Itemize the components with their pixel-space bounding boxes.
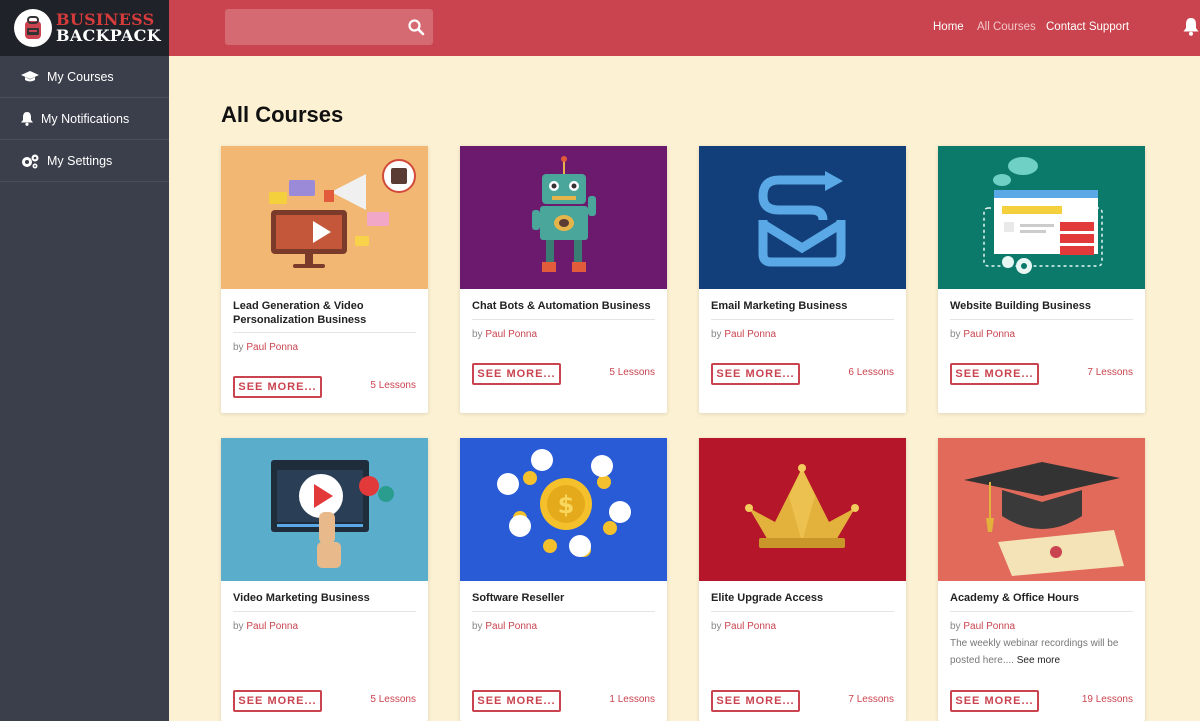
divider — [950, 611, 1133, 612]
author-link[interactable]: Paul Ponna — [963, 621, 1015, 632]
course-title: Elite Upgrade Access — [711, 592, 824, 604]
course-author: by Paul Ponna — [472, 329, 538, 340]
see-more-link[interactable]: See more — [1017, 655, 1060, 666]
sidebar-item-label: My Settings — [47, 153, 113, 168]
backpack-icon — [14, 9, 52, 47]
divider — [472, 611, 655, 612]
lesson-count: 5 Lessons — [609, 367, 655, 378]
course-description: The weekly webinar recordings will be po… — [950, 638, 1119, 666]
see-more-button[interactable]: SEE MORE... — [233, 690, 322, 712]
course-author: by Paul Ponna — [950, 621, 1016, 632]
lesson-count: 7 Lessons — [848, 694, 894, 705]
sidebar-item-label: My Notifications — [41, 111, 130, 126]
course-author: by Paul Ponna — [233, 621, 299, 632]
sidebar-item-my-settings[interactable]: My Settings — [0, 140, 169, 182]
course-author: by Paul Ponna — [950, 329, 1016, 340]
robot-illustration — [460, 146, 667, 289]
author-link[interactable]: Paul Ponna — [485, 621, 537, 632]
course-card[interactable]: Email Marketing Business by Paul Ponna S… — [699, 146, 906, 413]
see-more-button[interactable]: SEE MORE... — [472, 690, 561, 712]
course-author: by Paul Ponna — [711, 621, 777, 632]
course-card[interactable]: Elite Upgrade Access by Paul Ponna SEE M… — [699, 438, 906, 721]
gears-icon — [20, 153, 40, 169]
divider — [472, 319, 655, 320]
side-nav: My Courses My Notifications My Settings — [0, 56, 169, 182]
lesson-count: 1 Lessons — [609, 694, 655, 705]
divider — [233, 611, 416, 612]
nav-all-courses[interactable]: All Courses — [977, 21, 1036, 33]
bell-icon[interactable] — [1183, 18, 1199, 36]
top-bar: Home All Courses Contact Support — [169, 0, 1200, 56]
divider — [711, 611, 894, 612]
author-link[interactable]: Paul Ponna — [246, 342, 298, 353]
author-link[interactable]: Paul Ponna — [724, 621, 776, 632]
brand-line-2: BACKPACK — [56, 26, 161, 45]
course-card[interactable]: Website Building Business by Paul Ponna … — [938, 146, 1145, 413]
graduation-cap-icon — [20, 70, 40, 83]
search-icon[interactable] — [407, 18, 425, 36]
course-title: Email Marketing Business — [711, 300, 848, 312]
megaphone-video-illustration — [221, 146, 428, 289]
see-more-button[interactable]: SEE MORE... — [233, 376, 322, 398]
lesson-count: 19 Lessons — [1081, 694, 1133, 705]
author-link[interactable]: Paul Ponna — [963, 329, 1015, 340]
course-author: by Paul Ponna — [711, 329, 777, 340]
course-title: Video Marketing Business — [233, 592, 370, 604]
nav-home[interactable]: Home — [933, 21, 964, 33]
nav-contact-support[interactable]: Contact Support — [1046, 21, 1129, 33]
author-link[interactable]: Paul Ponna — [724, 329, 776, 340]
sidebar-item-my-notifications[interactable]: My Notifications — [0, 98, 169, 140]
crown-illustration — [699, 438, 906, 581]
lesson-count: 6 Lessons — [848, 367, 894, 378]
course-card[interactable]: $ Software Reseller by Paul Ponna SEE MO… — [460, 438, 667, 721]
course-title: Software Reseller — [472, 592, 565, 604]
search-box — [225, 9, 433, 45]
page-title: All Courses — [221, 102, 344, 127]
course-title: Academy & Office Hours — [950, 592, 1079, 604]
see-more-button[interactable]: SEE MORE... — [711, 363, 800, 385]
course-title: Website Building Business — [950, 300, 1091, 312]
sidebar-item-label: My Courses — [47, 69, 114, 84]
divider — [233, 332, 416, 333]
course-card[interactable]: Video Marketing Business by Paul Ponna S… — [221, 438, 428, 721]
course-card[interactable]: Academy & Office Hours by Paul Ponna The… — [938, 438, 1145, 721]
see-more-button[interactable]: SEE MORE... — [711, 690, 800, 712]
sidebar: BUSINESS BACKPACK My Courses My Notifica… — [0, 0, 169, 721]
course-title: Lead Generation & Video Personalization … — [233, 300, 367, 326]
course-author: by Paul Ponna — [472, 621, 538, 632]
bell-icon — [20, 111, 34, 126]
author-link[interactable]: Paul Ponna — [246, 621, 298, 632]
sidebar-item-my-courses[interactable]: My Courses — [0, 56, 169, 98]
email-send-logo — [699, 146, 906, 289]
lesson-count: 5 Lessons — [370, 380, 416, 391]
see-more-button[interactable]: SEE MORE... — [950, 690, 1039, 712]
dollar-coins-illustration: $ — [460, 438, 667, 581]
website-domains-illustration — [938, 146, 1145, 289]
lesson-count: 7 Lessons — [1087, 367, 1133, 378]
graduation-cap-diploma-illustration — [938, 438, 1145, 581]
video-player-illustration — [221, 438, 428, 581]
course-title: Chat Bots & Automation Business — [472, 300, 651, 312]
divider — [711, 319, 894, 320]
brand-logo[interactable]: BUSINESS BACKPACK — [0, 0, 169, 56]
course-author: by Paul Ponna — [233, 342, 299, 353]
course-card[interactable]: Chat Bots & Automation Business by Paul … — [460, 146, 667, 413]
see-more-button[interactable]: SEE MORE... — [950, 363, 1039, 385]
svg-text:$: $ — [558, 491, 575, 519]
lesson-count: 5 Lessons — [370, 694, 416, 705]
search-input[interactable] — [225, 9, 395, 45]
see-more-button[interactable]: SEE MORE... — [472, 363, 561, 385]
author-link[interactable]: Paul Ponna — [485, 329, 537, 340]
divider — [950, 319, 1133, 320]
course-card[interactable]: Lead Generation & Video Personalization … — [221, 146, 428, 413]
